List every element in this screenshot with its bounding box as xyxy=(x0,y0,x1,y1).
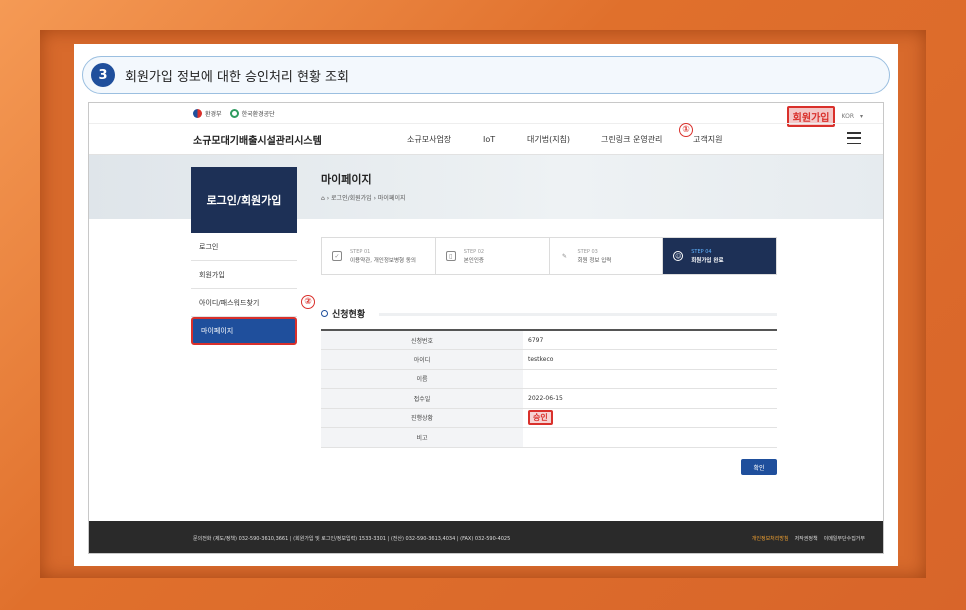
footer-link-privacy[interactable]: 개인정보처리방침 xyxy=(752,535,789,542)
step-name: 이용약관, 개인정보병형 동의 xyxy=(350,257,416,264)
footer: 문의전화 (제도/정책) 032-590-3610,3661 | (회원가입 및… xyxy=(89,521,883,553)
bullet-icon xyxy=(321,310,328,317)
keco-logo-icon xyxy=(229,108,239,118)
step-name: 회원가입 완료 xyxy=(691,257,724,264)
section-divider xyxy=(379,313,777,316)
step-name: 본인인증 xyxy=(463,257,484,264)
phone-icon: ▯ xyxy=(445,251,456,261)
page-title: 마이페이지 xyxy=(321,173,372,186)
row-value: 2022-06-15 xyxy=(523,388,777,409)
footer-links: 개인정보처리방침 저작권정책 이메일무단수집거부 xyxy=(752,535,865,542)
banner-text: 회원가입 정보에 대한 승인처리 현황 조회 xyxy=(125,69,349,85)
content-canvas: 3 회원가입 정보에 대한 승인처리 현황 조회 환경부 한국환경공단 회원가입… xyxy=(74,44,898,566)
breadcrumb: ⌂ › 로그인/회원가입 › 마이페이지 xyxy=(321,195,406,202)
status-badge: 승인 xyxy=(528,410,553,426)
checkbox-icon: ✓ xyxy=(332,251,342,261)
ministry-logo-text: 환경부 xyxy=(205,110,222,118)
sidebar-item-find-account[interactable]: 아이디/패스워드찾기 xyxy=(191,289,297,317)
row-value: 6797 xyxy=(523,330,777,350)
section-title: 신청현황 xyxy=(321,307,365,320)
application-status-table: 신청번호 6797 아이디 testkeco 이름 접수일 2022-06-15… xyxy=(321,329,777,448)
top-utility-bar: 환경부 한국환경공단 회원가입 KOR ▾ xyxy=(89,103,883,127)
ministry-logo-icon xyxy=(193,108,202,118)
nav-item-greenlink[interactable]: 그린링크 운영관리 xyxy=(601,134,662,145)
step-banner: 3 회원가입 정보에 대한 승인처리 현황 조회 xyxy=(82,56,890,94)
row-value: 승인 xyxy=(523,408,777,428)
keco-logo[interactable]: 한국환경공단 xyxy=(229,108,275,118)
sidebar-item-mypage[interactable]: 마이페이지 xyxy=(191,317,297,345)
step-label: STEP 03 xyxy=(577,248,598,255)
section-title-text: 신청현황 xyxy=(332,310,366,320)
table-row: 신청번호 6797 xyxy=(321,330,777,350)
site-title[interactable]: 소규모대기배출시설관리시스템 xyxy=(193,132,322,147)
row-value: testkeco xyxy=(523,349,777,370)
row-header: 접수일 xyxy=(321,388,523,409)
sidebar-heading: 로그인/회원가입 xyxy=(191,167,297,233)
step-2: ▯ STEP 02 본인인증 xyxy=(435,238,550,274)
sidebar-item-join[interactable]: 회원가입 xyxy=(191,261,297,289)
row-header: 신청번호 xyxy=(321,330,523,350)
sidebar-menu: 로그인 회원가입 아이디/패스워드찾기 마이페이지 xyxy=(191,233,297,345)
nav-item-support[interactable]: 고객지원 xyxy=(693,134,722,145)
table-row: 비고 xyxy=(321,427,777,448)
footer-link-email[interactable]: 이메일무단수집거부 xyxy=(824,535,865,542)
chevron-down-icon: ▾ xyxy=(859,113,863,120)
sidebar-item-login[interactable]: 로그인 xyxy=(191,233,297,261)
marker-one: ① xyxy=(679,123,693,137)
step-4: ☺ STEP 04 회원가입 완료 xyxy=(663,238,776,274)
ministry-logo[interactable]: 환경부 xyxy=(193,108,222,118)
keco-logo-text: 한국환경공단 xyxy=(241,110,275,118)
row-value xyxy=(523,369,777,389)
step-name: 회원 정보 입력 xyxy=(577,257,612,264)
marker-two: ② xyxy=(301,295,315,309)
browser-screenshot: 환경부 한국환경공단 회원가입 KOR ▾ 소규모대기배출시설관리시스템 소규모… xyxy=(88,102,884,554)
table-row: 이름 xyxy=(321,369,777,389)
orange-frame: 3 회원가입 정보에 대한 승인처리 현황 조회 환경부 한국환경공단 회원가입… xyxy=(0,0,966,610)
table-row: 아이디 testkeco xyxy=(321,349,777,370)
table-row: 진행상황 승인 xyxy=(321,408,777,428)
nav-item-iot[interactable]: IoT xyxy=(483,135,495,144)
nav-item-small-business[interactable]: 소규모사업장 xyxy=(407,134,451,145)
nav-item-air-law[interactable]: 대기법(지침) xyxy=(527,134,570,145)
smile-icon: ☺ xyxy=(673,251,684,261)
footer-contact: 문의전화 (제도/정책) 032-590-3610,3661 | (회원가입 및… xyxy=(193,535,511,542)
step-label: STEP 04 xyxy=(691,248,712,255)
step-1: ✓ STEP 01 이용약관, 개인정보병형 동의 xyxy=(322,238,436,274)
table-row: 접수일 2022-06-15 xyxy=(321,388,777,409)
footer-link-copyright[interactable]: 저작권정책 xyxy=(795,535,818,542)
hamburger-menu-icon[interactable] xyxy=(847,132,861,144)
row-header: 진행상황 xyxy=(321,408,523,428)
row-header: 이름 xyxy=(321,369,523,389)
step-label: STEP 02 xyxy=(463,248,485,255)
banner-number: 3 xyxy=(91,63,115,87)
pencil-icon: ✎ xyxy=(561,252,568,260)
row-header: 비고 xyxy=(321,427,523,448)
signup-steps: ✓ STEP 01 이용약관, 개인정보병형 동의 ▯ STEP 02 본인인증… xyxy=(321,237,777,275)
main-nav: 소규모대기배출시설관리시스템 소규모사업장 IoT 대기법(지침) 그린링크 운… xyxy=(89,123,883,155)
row-value xyxy=(523,427,777,448)
step-label: STEP 01 xyxy=(350,248,371,255)
step-3: ✎ STEP 03 회원 정보 입력 xyxy=(549,238,664,274)
language-select[interactable]: KOR xyxy=(841,113,854,120)
row-header: 아이디 xyxy=(321,349,523,370)
confirm-button[interactable]: 확인 xyxy=(741,459,777,475)
